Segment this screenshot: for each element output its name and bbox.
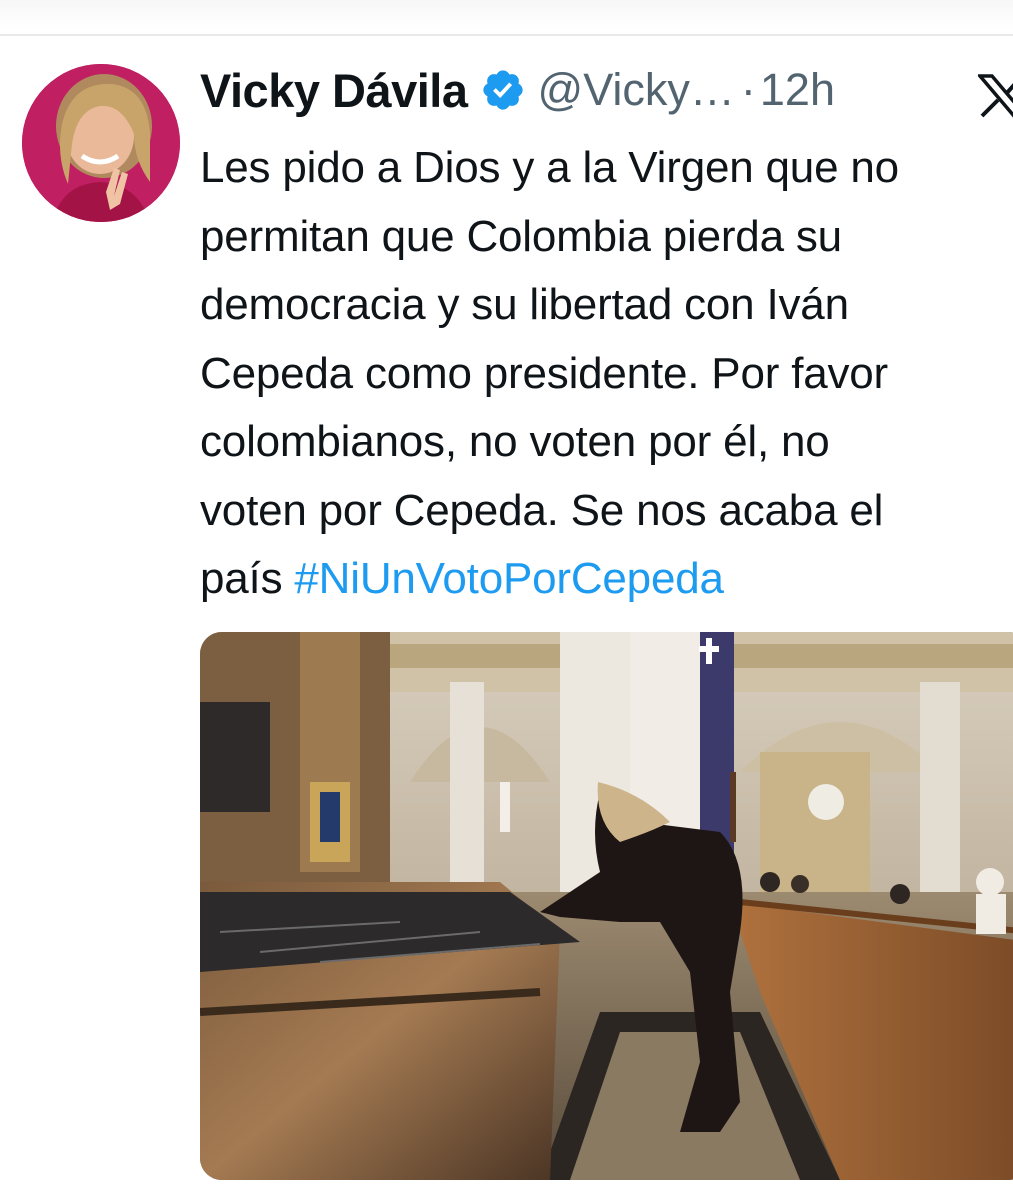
hashtag-link[interactable]: #NiUnVotoPorCepeda <box>294 554 724 603</box>
verified-badge-icon <box>480 67 526 113</box>
tweet-card[interactable]: Vicky Dávila @Vicky… · 12h Les pido a Di… <box>0 36 1013 1200</box>
church-photo <box>200 632 1013 1180</box>
tweet-text-line: Les pido a Dios y a la Virgen que no <box>200 143 899 192</box>
tweet-media-photo[interactable] <box>200 632 1013 1180</box>
author-handle[interactable]: @Vicky… <box>538 64 735 116</box>
tweet-text-line: voten por Cepeda. Se nos acaba el <box>200 485 884 535</box>
tweet-text-line: colombianos, no voten por él, no <box>200 417 830 466</box>
tweet-text-line: permitan que Colombia pierda su <box>200 211 842 261</box>
tweet-text-line: Cepeda como presidente. Por favor <box>200 348 889 398</box>
top-bar-background <box>0 0 1013 30</box>
header-separator: · <box>740 64 756 115</box>
tweet-text-line: democracia y su libertad con Iván <box>200 280 849 329</box>
tweet-header: Vicky Dávila @Vicky… · 12h <box>200 60 835 120</box>
avatar-image <box>22 64 180 222</box>
avatar[interactable] <box>22 64 180 222</box>
tweet-text: Les pido a Dios y a la Virgen que no per… <box>200 134 1013 614</box>
top-bar <box>0 0 1013 36</box>
author-display-name[interactable]: Vicky Dávila <box>200 63 468 118</box>
tweet-timestamp[interactable]: 12h <box>760 64 835 116</box>
x-logo-icon[interactable] <box>976 74 1013 118</box>
tweet-text-line-last: país #NiUnVotoPorCepeda <box>200 545 1013 614</box>
tweet-text-fragment: país <box>200 554 295 603</box>
